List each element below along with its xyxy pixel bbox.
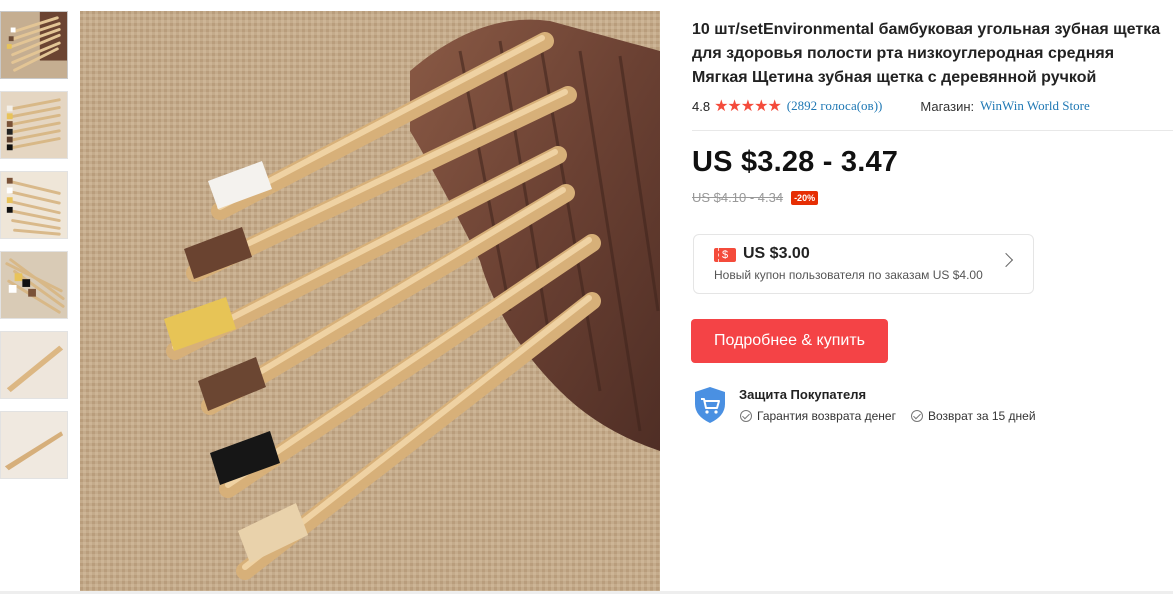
old-price: US $4.10 - 4.34 bbox=[692, 190, 784, 205]
thumbnail-list bbox=[0, 11, 70, 491]
main-product-image[interactable] bbox=[80, 11, 660, 591]
votes-link[interactable]: (2892 голоса(ов)) bbox=[787, 98, 883, 114]
thumbnail-5[interactable] bbox=[0, 331, 68, 399]
protection-item-label: Гарантия возврата денег bbox=[757, 409, 896, 423]
thumbnail-4-image bbox=[1, 252, 67, 318]
product-title: 10 шт/setEnvironmental бамбуковая угольн… bbox=[692, 21, 1161, 86]
thumbnail-3-image bbox=[1, 172, 67, 238]
thumbnail-3[interactable] bbox=[0, 171, 68, 239]
product-photo bbox=[80, 11, 660, 591]
store-link[interactable]: WinWin World Store bbox=[980, 98, 1090, 114]
thumbnail-1[interactable] bbox=[0, 11, 68, 79]
discount-badge: -20% bbox=[791, 190, 819, 205]
protection-title: Защита Покупателя bbox=[739, 387, 867, 402]
store-label: Магазин: bbox=[920, 98, 975, 114]
protection-item-money-back: Гарантия возврата денег bbox=[740, 409, 896, 423]
product-info: 10 шт/setEnvironmental бамбуковая угольн… bbox=[692, 18, 1172, 116]
coupon-amount: US $3.00 bbox=[743, 245, 810, 262]
thumbnail-4[interactable] bbox=[0, 251, 68, 319]
chevron-right-icon bbox=[998, 252, 1014, 268]
coupon-icon: $ bbox=[714, 248, 736, 262]
check-circle-icon bbox=[911, 410, 923, 422]
coupon-card[interactable]: $ US $3.00 Новый купон пользователя по з… bbox=[693, 234, 1034, 294]
current-price: US $3.28 - 3.47 bbox=[692, 146, 899, 178]
buyer-protection: Защита Покупателя Гарантия возврата дене… bbox=[693, 386, 1093, 426]
check-circle-icon bbox=[740, 410, 752, 422]
thumbnail-2[interactable] bbox=[0, 91, 68, 159]
protection-item-return: Возврат за 15 дней bbox=[911, 409, 1036, 423]
thumbnail-1-image bbox=[1, 12, 67, 78]
coupon-description: Новый купон пользователя по заказам US $… bbox=[714, 268, 983, 282]
thumbnail-2-image bbox=[1, 92, 67, 158]
shield-cart-icon bbox=[695, 387, 725, 423]
rating-value: 4.8 bbox=[692, 98, 711, 114]
protection-item-label: Возврат за 15 дней bbox=[928, 409, 1036, 423]
thumbnail-5-image bbox=[1, 332, 67, 398]
rating-stars-icon: ★★★★★ bbox=[714, 98, 782, 115]
buy-button[interactable]: Подробнее & купить bbox=[691, 319, 888, 363]
thumbnail-6-image bbox=[1, 412, 67, 478]
old-price-row: US $4.10 - 4.34 -20% bbox=[692, 190, 819, 205]
thumbnail-6[interactable] bbox=[0, 411, 68, 479]
divider bbox=[692, 130, 1173, 131]
product-meta: 4.8 ★★★★★ (2892 голоса(ов)) Магазин: Win… bbox=[692, 96, 1172, 116]
